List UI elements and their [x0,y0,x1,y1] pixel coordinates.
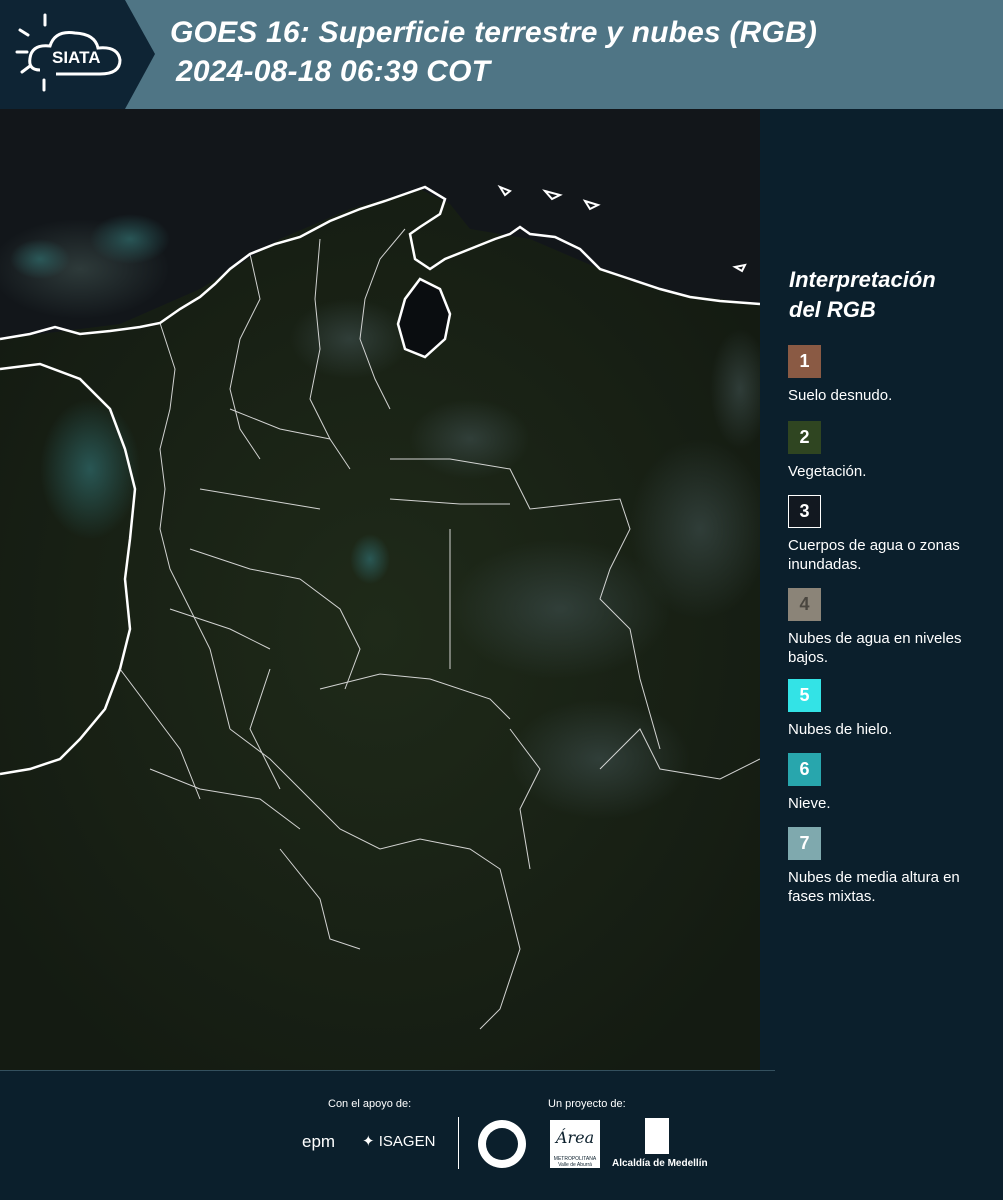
legend-swatch: 3 [788,495,821,528]
legend-item-7: 7 Nubes de media altura en fases mixtas. [788,827,988,906]
legend-label: Nieve. [788,795,831,812]
project-caption: Un proyecto de: [548,1098,626,1110]
isagen-icon: ✦ [362,1133,375,1150]
footer: Con el apoyo de: Un proyecto de: epm ✦ I… [0,1070,1003,1200]
cloud-patch [350,534,390,584]
epm-logo: epm [302,1132,336,1151]
page-title: GOES 16: Superficie terrestre y nubes (R… [170,16,818,49]
legend-label: Vegetación. [788,463,867,480]
legend-swatch: 2 [788,421,821,454]
legend-label: Nubes de hielo. [788,721,893,738]
legend-item-4: 4 Nubes de agua en niveles bajos. [788,588,988,667]
header-bar: SIATA GOES 16: Superficie terrestre y nu… [0,0,1003,109]
timestamp: 2024-08-18 06:39 COT [176,55,491,88]
legend-item-3: 3 Cuerpos de agua o zonas inundadas. [788,495,988,574]
legend-item-1: 1 Suelo desnudo. [788,345,988,405]
cloud-patch [40,399,140,539]
legend-swatch: 7 [788,827,821,860]
cloud-patch [10,239,70,279]
legend-swatch: 4 [788,588,821,621]
satellite-map[interactable] [0,109,760,1070]
cloud-patch [290,299,410,379]
cloud-patch [510,699,690,819]
cloud-patch [410,399,530,479]
area-metropolitana-subtitle: METROPOLITANA Valle de Aburrá [553,1156,597,1168]
legend-item-2: 2 Vegetación. [788,421,988,481]
legend-swatch: 5 [788,679,821,712]
cloud-patch [90,214,170,264]
isagen-logo: ✦ ISAGEN [362,1133,436,1150]
footer-divider [0,1070,775,1071]
logo-divider [458,1117,459,1169]
legend-item-6: 6 Nieve. [788,753,988,813]
siata-logo-text: SIATA [52,48,100,67]
legend-item-5: 5 Nubes de hielo. [788,679,988,739]
siata-logo: SIATA [0,0,155,109]
legend-label: Cuerpos de agua o zonas inundadas. [788,537,960,573]
legend-title: Interpretación del RGB [789,267,936,322]
rgb-legend: Interpretación del RGB 1 Suelo desnudo. … [760,109,1003,1070]
legend-label: Nubes de agua en niveles bajos. [788,630,962,666]
alcaldia-logo-text: Alcaldía de Medellín [612,1158,708,1169]
alcaldia-emblem-icon [645,1118,669,1154]
support-caption: Con el apoyo de: [328,1098,412,1110]
legend-swatch: 6 [788,753,821,786]
legend-label: Suelo desnudo. [788,387,893,404]
legend-label: Nubes de media altura en fases mixtas. [788,869,960,905]
medellin-seal-logo [478,1120,526,1168]
legend-swatch: 1 [788,345,821,378]
